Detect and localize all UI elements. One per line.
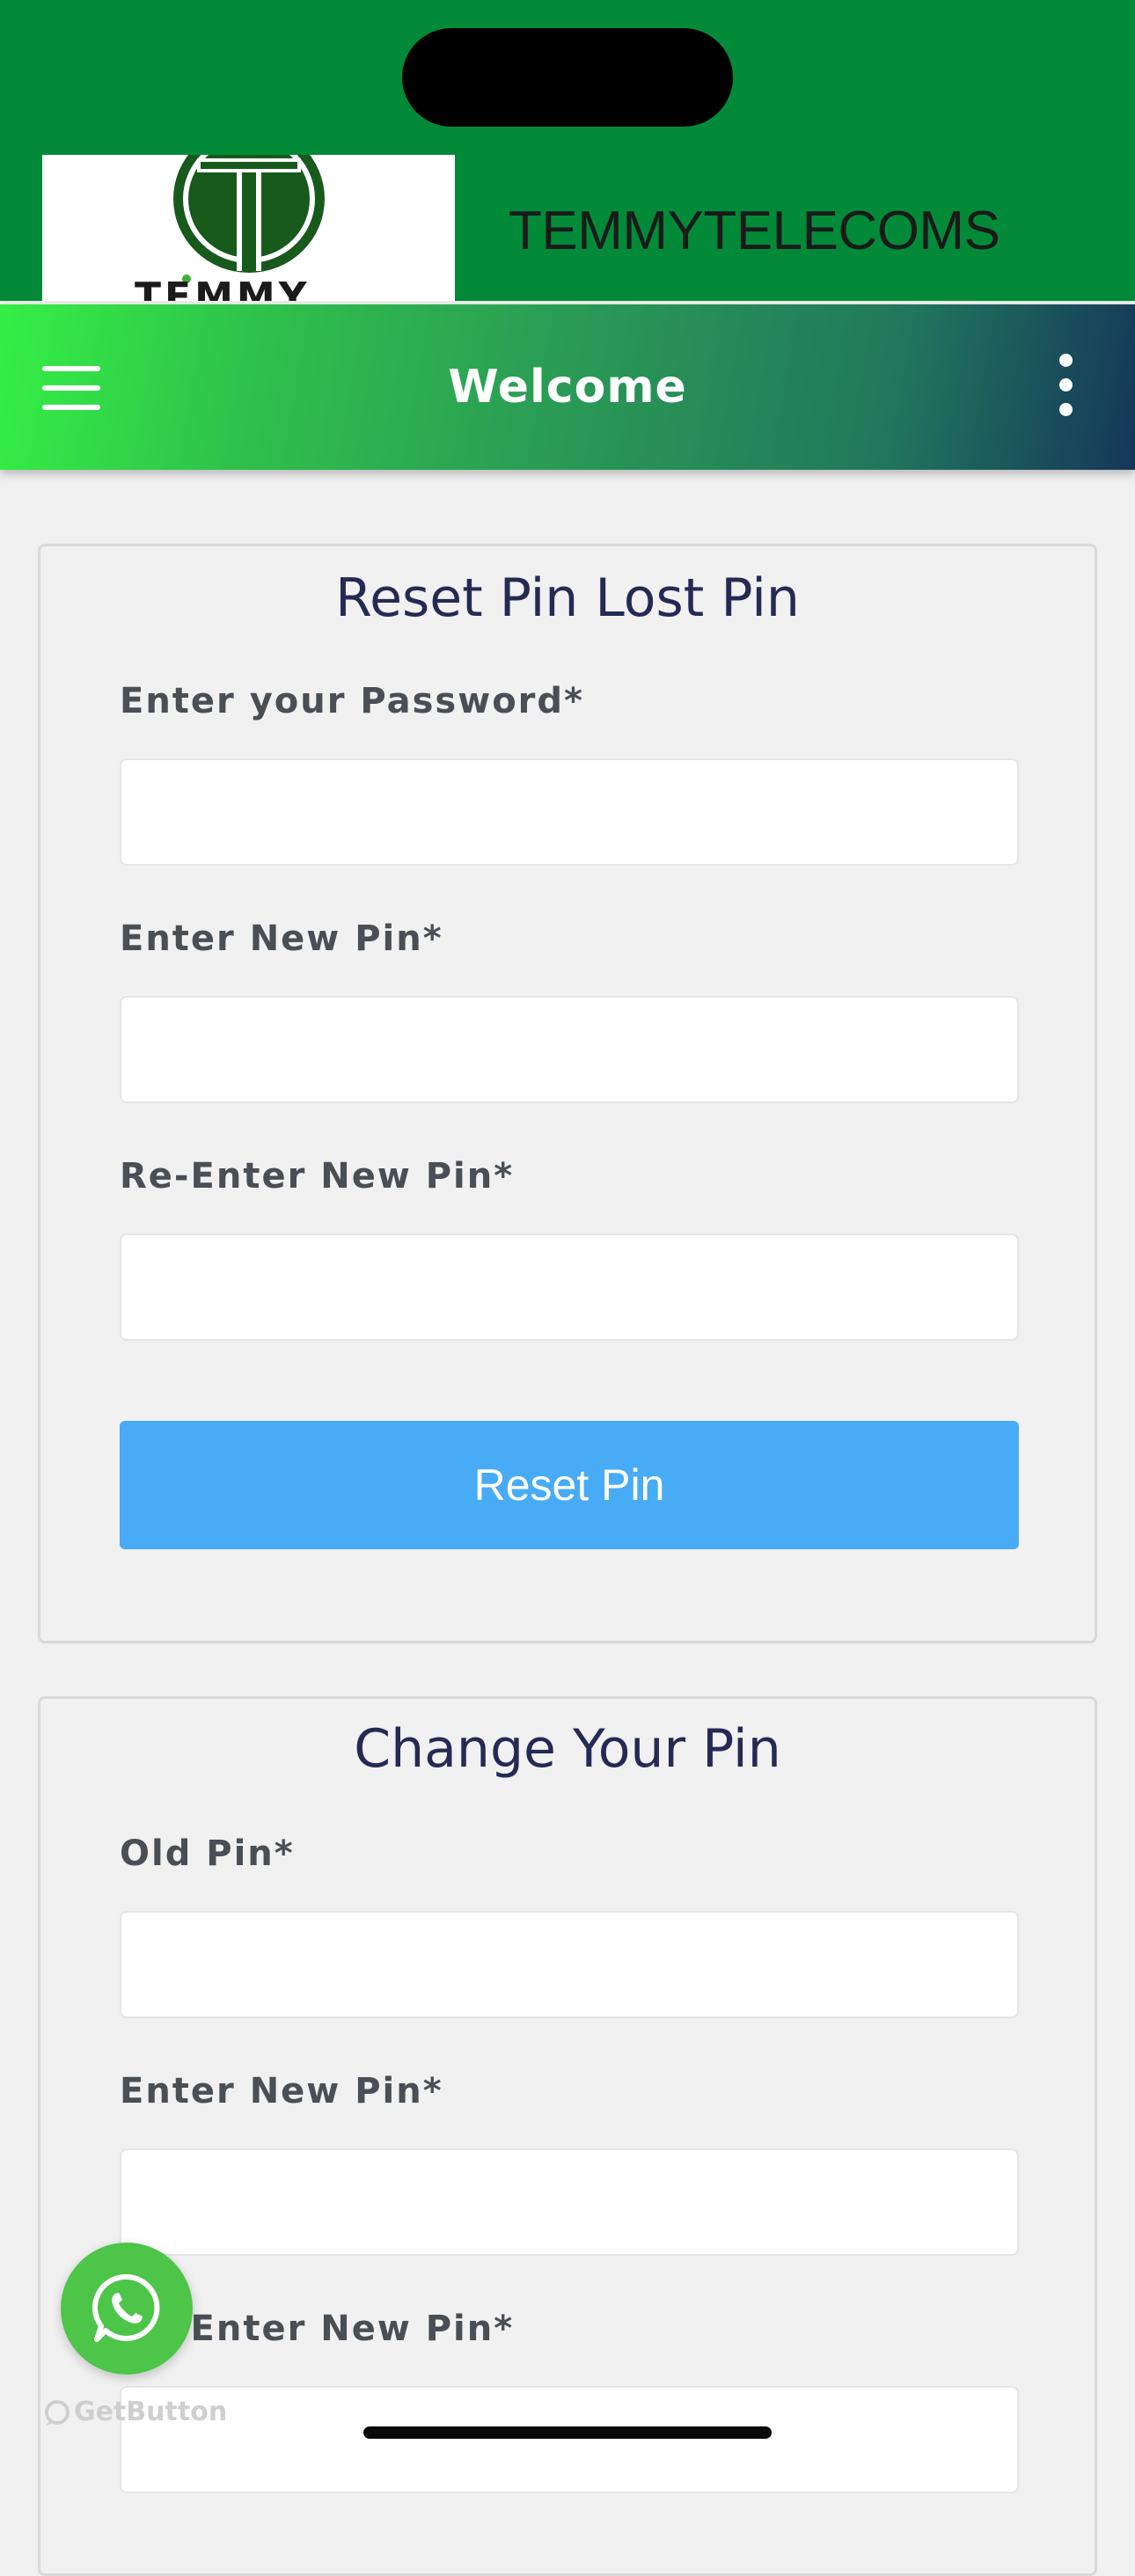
home-indicator (363, 2426, 772, 2439)
old-pin-label: Old Pin* (120, 1833, 295, 1874)
getbutton-credit-text: GetButton (74, 2397, 228, 2427)
confirm-new-pin-input[interactable] (120, 1233, 1019, 1341)
new-pin-input[interactable] (120, 996, 1019, 1103)
change-confirm-pin-input[interactable] (120, 2386, 1019, 2493)
old-pin-input[interactable] (120, 1911, 1019, 2018)
change-pin-card: Change Your Pin Old Pin* Enter New Pin* … (38, 1696, 1097, 2576)
hamburger-menu-icon[interactable] (42, 366, 100, 410)
whatsapp-icon (92, 2273, 160, 2342)
page-title: Welcome (448, 361, 687, 413)
change-pin-title: Change Your Pin (354, 1718, 781, 1780)
logo-wordmark: TEMMY (135, 274, 311, 301)
dynamic-island (402, 28, 733, 127)
getbutton-credit[interactable]: GetButton (42, 2395, 227, 2430)
brand-header: TEMMY TEMMYTELECOMS (0, 0, 1135, 303)
change-new-pin-label: Enter New Pin* (120, 2071, 443, 2111)
reset-pin-title: Reset Pin Lost Pin (335, 567, 800, 629)
change-new-pin-input[interactable] (120, 2148, 1019, 2256)
password-label: Enter your Password* (120, 681, 584, 721)
whatsapp-button[interactable] (61, 2243, 193, 2375)
reset-pin-card: Reset Pin Lost Pin Enter your Password* … (38, 544, 1097, 1643)
new-pin-label: Enter New Pin* (120, 918, 443, 959)
password-input[interactable] (120, 758, 1019, 866)
confirm-new-pin-label: Re-Enter New Pin* (120, 1156, 515, 1197)
more-options-icon[interactable] (1052, 350, 1080, 421)
app-bar: Welcome (0, 304, 1135, 470)
brand-logo: TEMMY (42, 155, 455, 301)
brand-name: TEMMYTELECOMS (509, 201, 1000, 261)
getbutton-logo-icon (45, 2399, 70, 2426)
reset-pin-button[interactable]: Reset Pin (120, 1421, 1019, 1549)
